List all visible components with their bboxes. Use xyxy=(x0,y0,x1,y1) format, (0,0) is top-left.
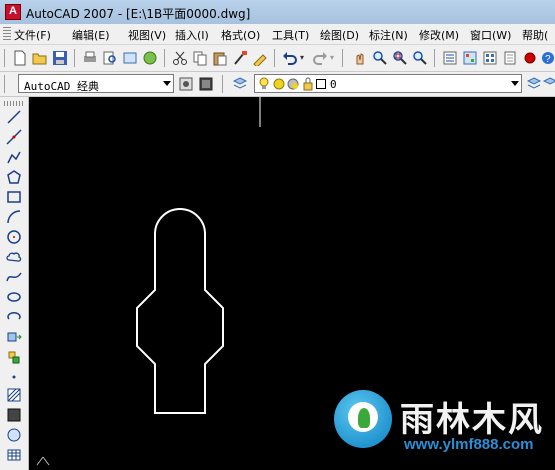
publish-icon[interactable] xyxy=(122,50,138,66)
separator xyxy=(342,49,343,67)
new-icon[interactable] xyxy=(12,50,28,66)
menu-window[interactable]: 窗口(W) xyxy=(470,27,511,43)
preview-icon[interactable] xyxy=(102,50,118,66)
separator xyxy=(434,49,435,67)
cut-icon[interactable] xyxy=(172,50,188,66)
autocad-app-icon[interactable] xyxy=(5,4,21,20)
watermark-name: 雨林木风 xyxy=(400,400,544,440)
undo-icon[interactable] xyxy=(282,50,298,66)
light-bulb-icon[interactable] xyxy=(258,77,270,91)
make-object-layer-current-icon[interactable] xyxy=(526,76,542,92)
drawn-outline-shape xyxy=(144,223,204,282)
window-title: AutoCAD 2007 - [E:\1B平面0000.dwg] xyxy=(26,7,251,21)
design-center-icon[interactable] xyxy=(462,50,478,66)
layer-select[interactable]: 0 xyxy=(254,74,522,93)
zoom-previous-icon[interactable] xyxy=(412,50,428,66)
separator xyxy=(274,49,275,67)
watermark-url: www.ylmf888.com xyxy=(404,436,534,453)
workspace-select[interactable]: AutoCAD 经典 xyxy=(18,74,174,93)
menu-dimension[interactable]: 标注(N) xyxy=(369,27,408,43)
menu-tools[interactable]: 工具(T) xyxy=(272,27,309,43)
menu-bar: 文件(F) 编辑(E) 视图(V) 插入(I) 格式(O) 工具(T) 绘图(D… xyxy=(0,24,555,45)
insert-block-icon[interactable] xyxy=(6,329,22,345)
open-icon[interactable] xyxy=(32,50,48,66)
hatch-icon[interactable] xyxy=(6,387,22,403)
sun-freeze-icon[interactable] xyxy=(272,77,286,91)
polygon-icon[interactable] xyxy=(6,169,22,185)
3d-dwf-icon[interactable] xyxy=(142,50,158,66)
copy-icon[interactable] xyxy=(192,50,208,66)
layer-previous-icon[interactable] xyxy=(542,76,555,92)
make-block-icon[interactable] xyxy=(6,349,22,365)
chevron-down-icon xyxy=(163,81,171,86)
spline-icon[interactable] xyxy=(6,269,22,285)
ellipse-icon[interactable] xyxy=(6,289,22,305)
menu-draw[interactable]: 绘图(D) xyxy=(320,27,359,43)
revision-cloud-icon[interactable] xyxy=(6,249,22,265)
point-icon[interactable] xyxy=(6,369,22,385)
redo-icon[interactable] xyxy=(312,50,328,66)
title-bar: AutoCAD 2007 - [E:\1B平面0000.dwg] xyxy=(0,0,555,24)
my-workspace-icon[interactable] xyxy=(198,76,214,92)
polyline-icon[interactable] xyxy=(6,149,22,165)
lock-icon[interactable] xyxy=(302,77,314,91)
viewport-freeze-icon[interactable] xyxy=(286,77,300,91)
construction-line-icon[interactable] xyxy=(6,129,22,145)
watermark: 雨林木风 www.ylmf888.com xyxy=(330,388,552,460)
circle-icon[interactable] xyxy=(6,229,22,245)
line-icon[interactable] xyxy=(6,109,22,125)
region-icon[interactable] xyxy=(6,427,22,443)
menu-help[interactable]: 帮助( xyxy=(522,27,548,43)
svg-text:?: ? xyxy=(545,54,551,65)
workspace-settings-icon[interactable] xyxy=(178,76,194,92)
gradient-icon[interactable] xyxy=(6,407,22,423)
zoom-realtime-icon[interactable] xyxy=(372,50,388,66)
toolbar-grip[interactable] xyxy=(4,75,5,93)
separator xyxy=(222,75,223,93)
workspace-value: AutoCAD 经典 xyxy=(24,80,99,93)
paste-icon[interactable] xyxy=(212,50,228,66)
zoom-window-icon[interactable] xyxy=(392,50,408,66)
tool-palettes-icon[interactable] xyxy=(482,50,498,66)
menu-bar-grip[interactable] xyxy=(3,27,11,41)
rectangle-icon[interactable] xyxy=(6,189,22,205)
ylmf-logo-icon xyxy=(334,390,392,448)
redo-dropdown-icon[interactable]: ▾ xyxy=(330,53,334,62)
save-icon[interactable] xyxy=(52,50,68,66)
toolbar-grip[interactable] xyxy=(4,49,5,67)
markup-icon[interactable] xyxy=(522,50,538,66)
layer-color-swatch xyxy=(316,79,326,89)
undo-dropdown-icon[interactable]: ▾ xyxy=(300,53,304,62)
properties-icon[interactable] xyxy=(442,50,458,66)
menu-modify[interactable]: 修改(M) xyxy=(419,27,459,43)
menu-format[interactable]: 格式(O) xyxy=(221,27,260,43)
workspaces-layers-toolbar: AutoCAD 经典 0 xyxy=(0,72,555,97)
ucs-icon xyxy=(36,456,50,466)
menu-file[interactable]: 文件(F) xyxy=(14,27,51,43)
layer-properties-icon[interactable] xyxy=(232,76,248,92)
menu-edit[interactable]: 编辑(E) xyxy=(72,27,110,43)
chevron-down-icon xyxy=(511,81,519,86)
standard-toolbar: ▾ ▾ ? xyxy=(0,45,555,72)
draw-toolbar-grip[interactable] xyxy=(4,101,24,106)
sheet-set-icon[interactable] xyxy=(502,50,518,66)
block-editor-icon[interactable] xyxy=(252,50,268,66)
pan-icon[interactable] xyxy=(352,50,368,66)
separator xyxy=(164,49,165,67)
match-properties-icon[interactable] xyxy=(232,50,248,66)
help-icon[interactable]: ? xyxy=(540,50,555,66)
arc-icon[interactable] xyxy=(6,209,22,225)
menu-view[interactable]: 视图(V) xyxy=(128,27,166,43)
table-icon[interactable] xyxy=(6,447,22,463)
draw-toolbar xyxy=(0,97,29,470)
print-icon[interactable] xyxy=(82,50,98,66)
layer-current-value: 0 xyxy=(330,78,337,91)
separator xyxy=(74,49,75,67)
ellipse-arc-icon[interactable] xyxy=(6,309,22,325)
drawn-outline-shape-path xyxy=(136,208,224,414)
menu-insert[interactable]: 插入(I) xyxy=(175,27,209,43)
